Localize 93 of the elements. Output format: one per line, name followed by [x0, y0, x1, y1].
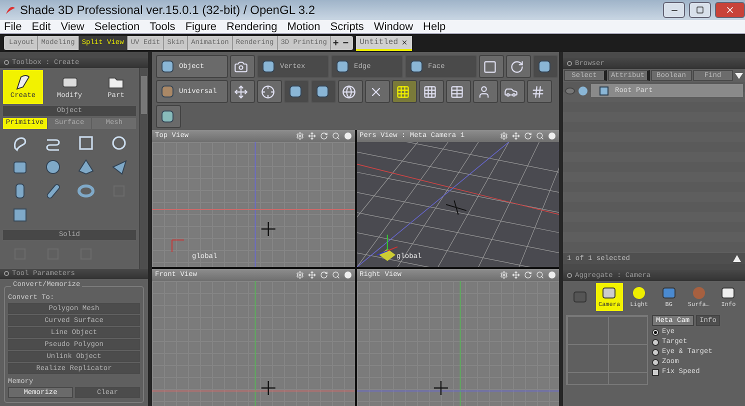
ball-icon [692, 286, 706, 300]
menu-item[interactable]: Figure [185, 20, 216, 32]
rotate-icon[interactable] [320, 132, 328, 140]
toolbar-button[interactable] [473, 80, 498, 103]
frame-icon [483, 60, 497, 74]
toolbar-button[interactable] [500, 80, 525, 103]
menu-item[interactable]: Help [423, 20, 446, 32]
menu-item[interactable]: Motion [287, 20, 320, 32]
shading-sphere-icon[interactable] [548, 132, 556, 140]
minimize-button[interactable] [663, 2, 685, 18]
toolbar-button[interactable] [527, 80, 552, 103]
shading-sphere-icon[interactable] [548, 271, 556, 279]
gear-icon [567, 273, 572, 278]
menu-item[interactable]: Selection [94, 20, 140, 32]
view-settings-icon[interactable] [296, 271, 304, 279]
menu-item[interactable]: View [60, 20, 84, 32]
crosshair-icon [261, 222, 276, 236]
toolbar-button[interactable] [392, 80, 417, 103]
close-button[interactable] [715, 2, 745, 18]
toolbar-button[interactable] [419, 80, 444, 103]
zoom-icon[interactable] [536, 271, 544, 279]
rotate-icon [510, 60, 524, 74]
shading-sphere-icon[interactable] [344, 132, 352, 140]
rotate-icon[interactable] [524, 132, 532, 140]
head-icon [477, 84, 491, 98]
menu-item[interactable]: Scripts [330, 20, 364, 32]
view-settings-icon[interactable] [296, 132, 304, 140]
zoom-icon[interactable] [332, 271, 340, 279]
eye-icon[interactable] [565, 86, 575, 94]
number-icon [531, 84, 545, 98]
cone-icon [77, 158, 96, 176]
gear-icon [4, 271, 9, 276]
toolbar-button[interactable] [446, 80, 471, 103]
window-title: Shade 3D Professional ver.15.0.1 (32-bit) / OpenGL 3.2 [20, 3, 316, 17]
globe-icon [342, 84, 356, 98]
pan-icon[interactable] [512, 132, 520, 140]
toolbar-button[interactable] [156, 105, 181, 128]
app-logo-icon [4, 4, 16, 16]
toolbar-button[interactable] [506, 55, 531, 78]
text-box-icon [10, 206, 29, 224]
picture-icon [662, 286, 676, 300]
rotate-icon[interactable] [524, 271, 532, 279]
torus-icon [77, 182, 96, 200]
toolbar-button[interactable] [479, 55, 504, 78]
camera-icon [234, 60, 248, 74]
circle-icon [110, 134, 128, 152]
menu-item[interactable]: Rendering [226, 20, 278, 32]
toolbar-button[interactable] [338, 80, 363, 103]
part-icon [599, 86, 609, 96]
gear-icon [4, 60, 9, 66]
gear-icon [567, 61, 572, 66]
menu-item[interactable]: Tools [150, 20, 176, 32]
crosshair-icon [433, 381, 448, 395]
rotate-icon[interactable] [320, 271, 328, 279]
collapse-icon[interactable] [733, 255, 741, 262]
wedge-icon [110, 158, 128, 176]
view-settings-icon[interactable] [500, 132, 508, 140]
cursor-icon [445, 200, 466, 216]
pan-icon[interactable] [308, 132, 316, 140]
crosshair-icon [261, 84, 275, 98]
rectangle-icon [77, 134, 96, 152]
menu-item[interactable]: Window [374, 20, 414, 32]
table-icon [450, 84, 464, 98]
maximize-icon [696, 6, 704, 14]
grid-icon [396, 84, 410, 98]
axis-gizmo-icon [172, 240, 184, 252]
zoom-icon[interactable] [332, 132, 340, 140]
menu-item[interactable]: File [4, 20, 22, 32]
layout-action-button[interactable]: + [330, 38, 341, 48]
close-icon [725, 5, 735, 15]
bulb-icon [632, 286, 646, 300]
view-settings-icon[interactable] [500, 271, 508, 279]
menu-item[interactable]: Edit [32, 20, 51, 32]
toolbar-button[interactable] [365, 80, 390, 103]
grid-icon [423, 84, 437, 98]
document-tab[interactable]: Untitled [356, 36, 412, 50]
layout-action-button[interactable]: − [340, 38, 351, 48]
zoom-icon[interactable] [536, 132, 544, 140]
wrench-icon [721, 286, 736, 300]
camera-icon [602, 286, 616, 300]
shading-sphere-icon[interactable] [344, 271, 352, 279]
crosshair-icon [261, 381, 276, 395]
pan-icon[interactable] [512, 271, 520, 279]
maximize-button[interactable] [689, 2, 711, 18]
toolbar-button[interactable] [230, 55, 255, 78]
axis-icon [234, 84, 248, 98]
ball-icon[interactable] [578, 86, 588, 96]
pan-icon[interactable] [308, 271, 316, 279]
axis-gizmo-icon [376, 234, 398, 261]
close-icon[interactable] [401, 38, 408, 46]
toolbar-button[interactable] [230, 80, 255, 103]
scrollbar[interactable] [139, 68, 148, 269]
toolbar-button[interactable] [257, 80, 282, 103]
